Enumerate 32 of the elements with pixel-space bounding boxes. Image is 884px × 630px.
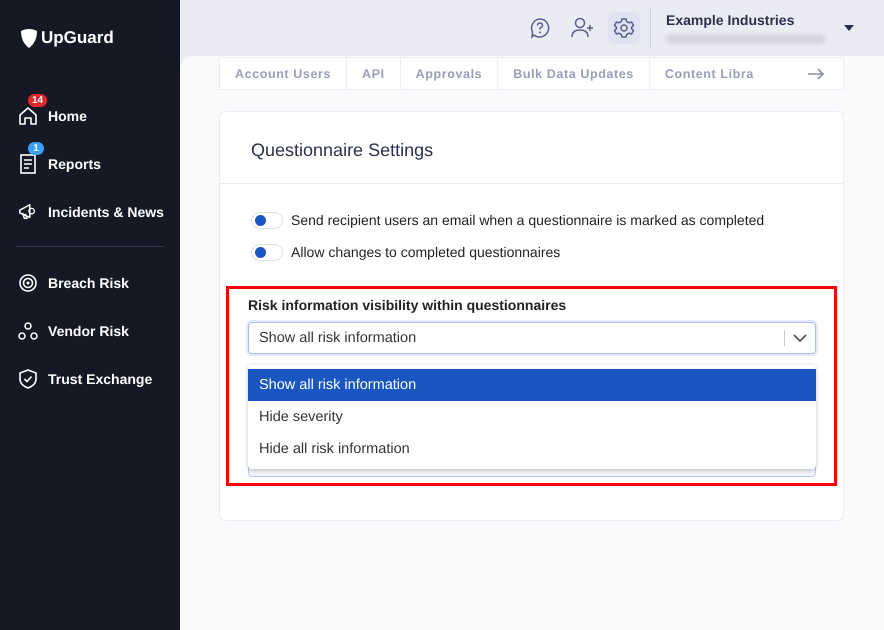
shield-check-icon xyxy=(19,369,37,389)
settings-icon[interactable] xyxy=(608,12,640,44)
chevron-down-icon xyxy=(793,334,807,342)
nav-item[interactable]: 1 Reports xyxy=(0,140,180,188)
field-label: Risk information visibility within questionnaires xyxy=(248,297,568,313)
toggle-switch[interactable] xyxy=(251,244,283,260)
select-field[interactable]: Show all risk information xyxy=(248,322,816,354)
home-icon xyxy=(18,106,38,126)
scroll-right-arrow-icon[interactable] xyxy=(807,68,825,80)
count-badge: 14 xyxy=(28,94,48,107)
toggle-label: Allow changes to completed questionnaires xyxy=(291,244,560,260)
count-badge: 1 xyxy=(28,142,44,155)
nav-item[interactable]: Incidents & News xyxy=(0,188,180,236)
toggle-label: Send recipient users an email when a questionnaire is marked as completed xyxy=(291,212,764,228)
document-icon xyxy=(19,154,37,174)
dropdown-option[interactable]: Show all risk information xyxy=(248,369,816,401)
logo-text: UpGuard xyxy=(41,28,114,48)
nav-item[interactable]: Breach Risk xyxy=(0,259,180,307)
org-switcher[interactable]: Example Industries xyxy=(650,8,854,48)
org-name: Example Industries xyxy=(666,12,796,28)
nav-item[interactable]: Trust Exchange xyxy=(0,355,180,403)
dropdown-option[interactable]: Hide severity xyxy=(248,401,816,433)
dropdown-option[interactable]: Hide all risk information xyxy=(248,433,816,465)
nodes-icon xyxy=(18,322,38,340)
shield-logo-icon xyxy=(20,28,38,48)
toggle-switch[interactable] xyxy=(251,212,283,228)
target-icon xyxy=(18,273,38,293)
nav-item[interactable]: Vendor Risk xyxy=(0,307,180,355)
megaphone-icon xyxy=(18,202,38,222)
dropdown-caret-icon xyxy=(844,25,854,31)
card-title: Questionnaire Settings xyxy=(220,112,843,184)
nav-item[interactable]: 14 Home xyxy=(0,92,180,140)
